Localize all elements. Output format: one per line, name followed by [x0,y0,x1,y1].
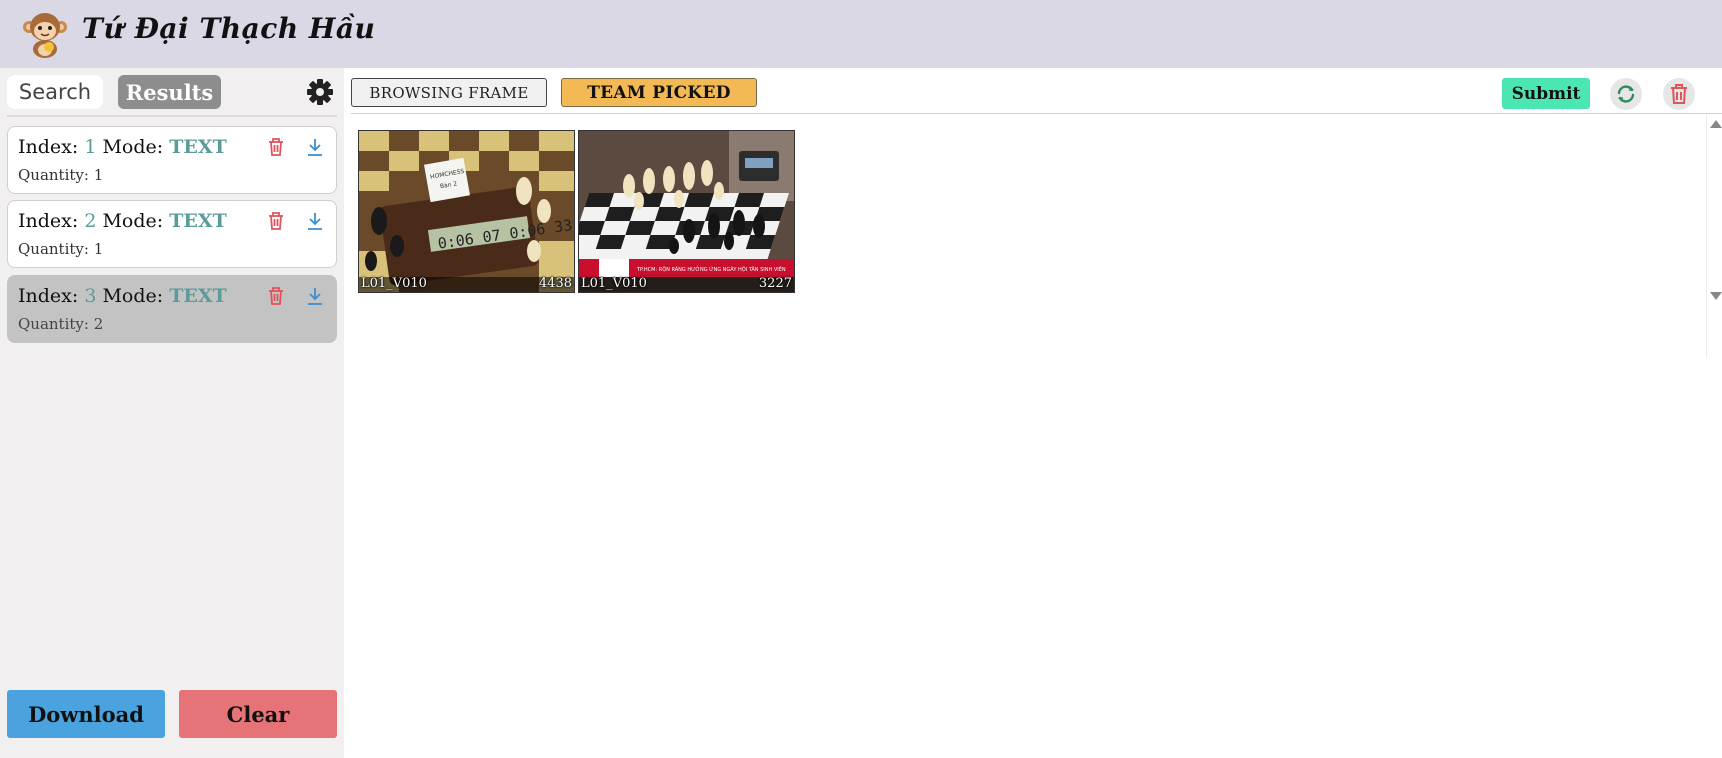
frame-image: TP.HCM: RỘN RÀNG HƯỞNG ỨNG NGÀY HỘI TÂN … [579,131,794,292]
mode-label: Mode: [102,136,164,158]
frame-number-label: 4438 [538,276,572,291]
clear-button[interactable]: Clear [179,690,337,738]
frame-number-label: 3227 [758,276,792,291]
mode-value: TEXT [169,136,227,158]
monkey-logo-icon [20,9,70,59]
app-title: Tứ Đại Thạch Hầu [82,12,376,45]
mode-value: TEXT [169,210,227,232]
mode-label: Mode: [102,285,164,307]
download-icon[interactable] [306,286,324,306]
download-icon[interactable] [306,211,324,231]
mode-value: TEXT [169,285,227,307]
frame-image: 0:06 07 0:06 33 HOMCHESS Bàn 2 [359,131,574,292]
download-button[interactable]: Download [7,690,165,738]
index-value: 1 [84,136,97,158]
quantity-label: Quantity: 1 [18,240,104,258]
trash-icon[interactable] [267,211,285,231]
result-card-title: Index: 2 Mode: TEXT [18,210,227,232]
frame-thumbnail[interactable]: 0:06 07 0:06 33 HOMCHESS Bàn 2 L01_V010 … [358,130,575,293]
tab-browsing-frame[interactable]: BROWSING FRAME [351,78,547,107]
download-icon[interactable] [306,137,324,157]
index-label: Index: [18,285,79,307]
index-value: 2 [84,210,97,232]
scroll-down-arrow-icon[interactable] [1710,292,1722,300]
svg-text:TP.HCM: RỘN RÀNG HƯỞNG ỨNG NGÀ: TP.HCM: RỘN RÀNG HƯỞNG ỨNG NGÀY HỘI TÂN … [636,265,786,273]
result-card-title: Index: 1 Mode: TEXT [18,136,227,158]
scrollbar[interactable] [1706,114,1722,358]
app-header: Tứ Đại Thạch Hầu [0,0,1722,68]
result-card[interactable]: Index: 2 Mode: TEXT Quantity: 1 [7,200,337,268]
tab-team-picked[interactable]: TEAM PICKED [561,78,757,107]
trash-icon[interactable] [267,286,285,306]
trash-icon[interactable] [1663,78,1695,110]
tab-results[interactable]: Results [118,75,221,109]
gear-icon[interactable] [306,78,334,106]
main-divider [351,113,1722,114]
index-label: Index: [18,136,79,158]
index-label: Index: [18,210,79,232]
mode-label: Mode: [102,210,164,232]
main-panel: BROWSING FRAME TEAM PICKED Submit 0:06 0… [344,68,1722,758]
frame-thumbnail[interactable]: TP.HCM: RỘN RÀNG HƯỞNG ỨNG NGÀY HỘI TÂN … [578,130,795,293]
result-card-title: Index: 3 Mode: TEXT [18,285,227,307]
sidebar: Search Results Index: 1 Mode: TEXT Quant… [0,68,344,758]
trash-icon[interactable] [267,137,285,157]
quantity-label: Quantity: 2 [18,315,104,333]
quantity-label: Quantity: 1 [18,166,104,184]
frame-video-label: L01_V010 [361,276,427,291]
tab-search[interactable]: Search [7,75,103,109]
frame-video-label: L01_V010 [581,276,647,291]
scroll-up-arrow-icon[interactable] [1710,120,1722,128]
submit-button[interactable]: Submit [1502,78,1590,109]
result-card[interactable]: Index: 3 Mode: TEXT Quantity: 2 [7,275,337,343]
result-card[interactable]: Index: 1 Mode: TEXT Quantity: 1 [7,126,337,194]
sidebar-divider [7,115,337,117]
refresh-icon[interactable] [1610,78,1642,110]
index-value: 3 [84,285,97,307]
